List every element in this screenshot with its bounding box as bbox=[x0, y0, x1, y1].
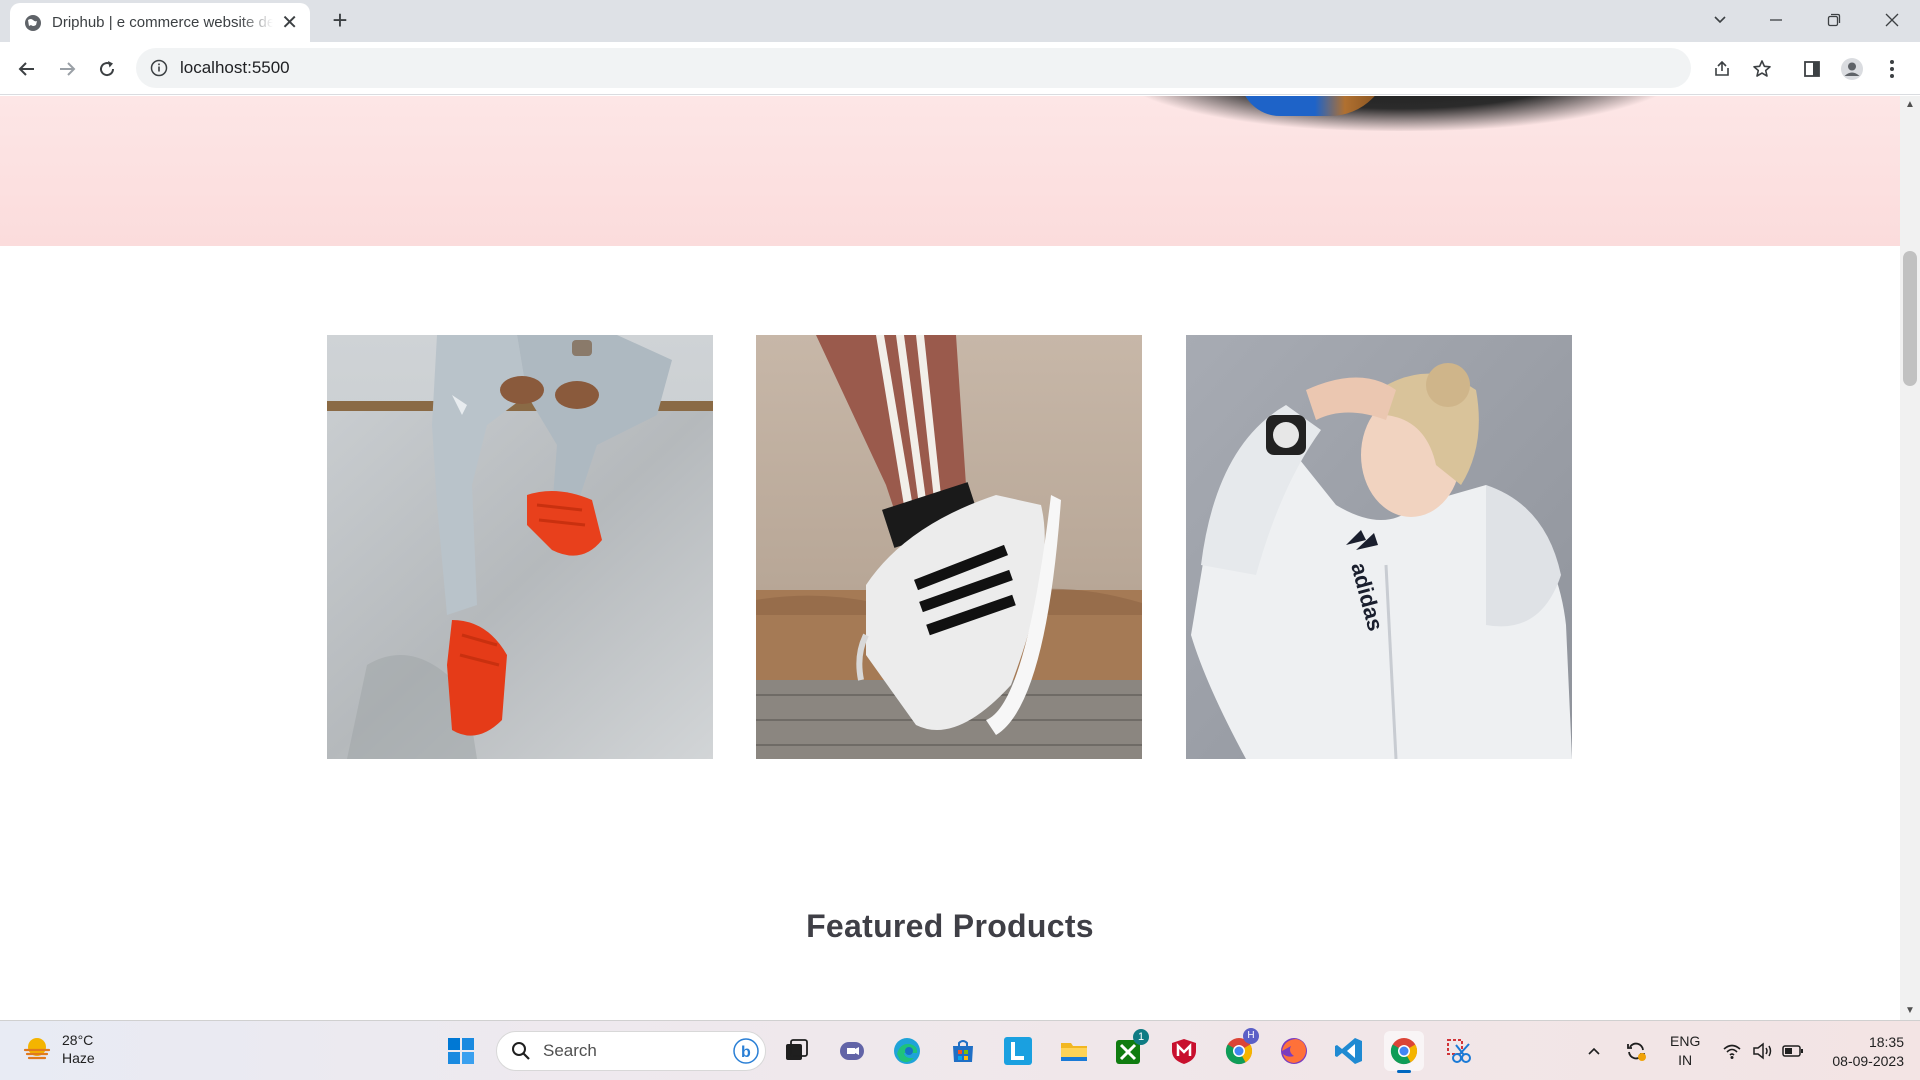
taskbar-search[interactable]: Search b bbox=[496, 1031, 766, 1071]
arrow-left-icon bbox=[18, 62, 34, 76]
wifi-icon[interactable] bbox=[1722, 1021, 1742, 1080]
reload-button[interactable] bbox=[92, 54, 122, 84]
tab-close-icon[interactable]: ✕ bbox=[281, 13, 298, 33]
browser-tab-strip: Driphub | e commerce website design ✕ + bbox=[0, 0, 1920, 42]
chrome-profile-badge: H bbox=[1243, 1028, 1259, 1044]
weather-widget[interactable]: 28°C Haze bbox=[22, 1031, 95, 1067]
language-bottom: IN bbox=[1678, 1052, 1693, 1068]
minimize-button[interactable] bbox=[1748, 0, 1804, 40]
tab-search-icon[interactable] bbox=[1692, 0, 1748, 40]
featured-products-title: Featured Products bbox=[806, 908, 1094, 944]
adidas-hoodie-image: adidas bbox=[1186, 335, 1572, 759]
weather-temp: 28°C bbox=[62, 1032, 94, 1048]
vscode-icon[interactable] bbox=[1329, 1031, 1369, 1071]
chrome-icon[interactable] bbox=[1384, 1031, 1424, 1073]
weather-desc: Haze bbox=[62, 1050, 95, 1066]
chrome-profile-icon[interactable]: H bbox=[1219, 1028, 1259, 1071]
address-text[interactable]: localhost:5500 bbox=[180, 58, 290, 78]
forward-button[interactable] bbox=[52, 54, 82, 84]
hero-shoe-shadow bbox=[1120, 96, 1680, 131]
tab-title: Driphub | e commerce website design bbox=[52, 14, 274, 31]
restore-button[interactable] bbox=[1806, 0, 1862, 40]
firefox-icon[interactable] bbox=[1274, 1031, 1314, 1071]
scroll-down-arrow[interactable]: ▼ bbox=[1900, 1002, 1920, 1020]
arrow-right-icon bbox=[60, 62, 76, 76]
edge-browser-icon[interactable] bbox=[887, 1031, 927, 1071]
superstar-shoe-image bbox=[756, 335, 1142, 759]
show-hidden-icons[interactable] bbox=[1586, 1021, 1602, 1080]
hero-section bbox=[0, 96, 1900, 246]
taskbar-clock[interactable]: 18:35 08-09-2023 bbox=[1820, 1033, 1904, 1071]
teams-chat-icon[interactable] bbox=[832, 1031, 872, 1071]
share-icon[interactable] bbox=[1710, 57, 1734, 81]
page-viewport: adidas Featured Products bbox=[0, 96, 1900, 1020]
windows-taskbar: 28°C Haze Search b 1 H ENG IN 18:35 08-0… bbox=[0, 1020, 1920, 1080]
haze-weather-icon bbox=[23, 1038, 51, 1060]
scrollbar-thumb[interactable] bbox=[1903, 251, 1917, 386]
page-scrollbar[interactable]: ▲ ▼ bbox=[1900, 96, 1920, 1020]
banner-superstar-shoe[interactable] bbox=[756, 335, 1142, 759]
active-indicator bbox=[1397, 1070, 1411, 1073]
xbox-badge: 1 bbox=[1133, 1029, 1149, 1045]
banner-red-sneakers[interactable] bbox=[327, 335, 713, 759]
volume-icon[interactable] bbox=[1752, 1021, 1774, 1080]
side-panel-icon[interactable] bbox=[1797, 54, 1827, 84]
close-window-button[interactable] bbox=[1864, 0, 1920, 40]
new-tab-button[interactable]: + bbox=[325, 6, 355, 36]
sync-icon[interactable] bbox=[1624, 1021, 1648, 1080]
chevron-up-icon bbox=[1588, 1047, 1600, 1055]
profile-avatar[interactable] bbox=[1837, 54, 1867, 84]
bookmark-star-icon[interactable] bbox=[1750, 57, 1774, 81]
globe-icon bbox=[25, 14, 41, 31]
red-sneakers-image bbox=[327, 335, 713, 759]
microsoft-store-icon[interactable] bbox=[943, 1031, 983, 1071]
clock-date: 08-09-2023 bbox=[1832, 1053, 1904, 1069]
battery-icon[interactable] bbox=[1782, 1021, 1804, 1080]
l-app-icon[interactable] bbox=[998, 1031, 1038, 1071]
mcafee-icon[interactable] bbox=[1164, 1031, 1204, 1071]
banner-adidas-hoodie[interactable]: adidas bbox=[1186, 335, 1572, 759]
language-indicator[interactable]: ENG IN bbox=[1670, 1021, 1700, 1080]
bing-icon[interactable]: b bbox=[733, 1038, 759, 1064]
snipping-tool-icon[interactable] bbox=[1439, 1031, 1479, 1071]
task-view-icon[interactable] bbox=[776, 1031, 816, 1071]
start-windows-icon[interactable] bbox=[441, 1031, 481, 1071]
xbox-icon[interactable]: 1 bbox=[1109, 1029, 1149, 1071]
svg-text:b: b bbox=[741, 1044, 751, 1061]
browser-toolbar: localhost:5500 bbox=[0, 42, 1920, 95]
file-explorer-icon[interactable] bbox=[1054, 1031, 1094, 1071]
clock-time: 18:35 bbox=[1868, 1034, 1904, 1050]
site-info-icon[interactable] bbox=[150, 59, 168, 77]
search-icon bbox=[512, 1042, 530, 1060]
search-placeholder: Search bbox=[543, 1041, 597, 1060]
back-button[interactable] bbox=[12, 54, 42, 84]
language-top: ENG bbox=[1670, 1033, 1701, 1049]
browser-tab[interactable]: Driphub | e commerce website design ✕ bbox=[10, 3, 310, 42]
reload-icon bbox=[100, 61, 115, 77]
menu-kebab-icon[interactable] bbox=[1877, 54, 1907, 84]
address-bar[interactable]: localhost:5500 bbox=[136, 48, 1771, 88]
scroll-up-arrow[interactable]: ▲ bbox=[1900, 96, 1920, 114]
